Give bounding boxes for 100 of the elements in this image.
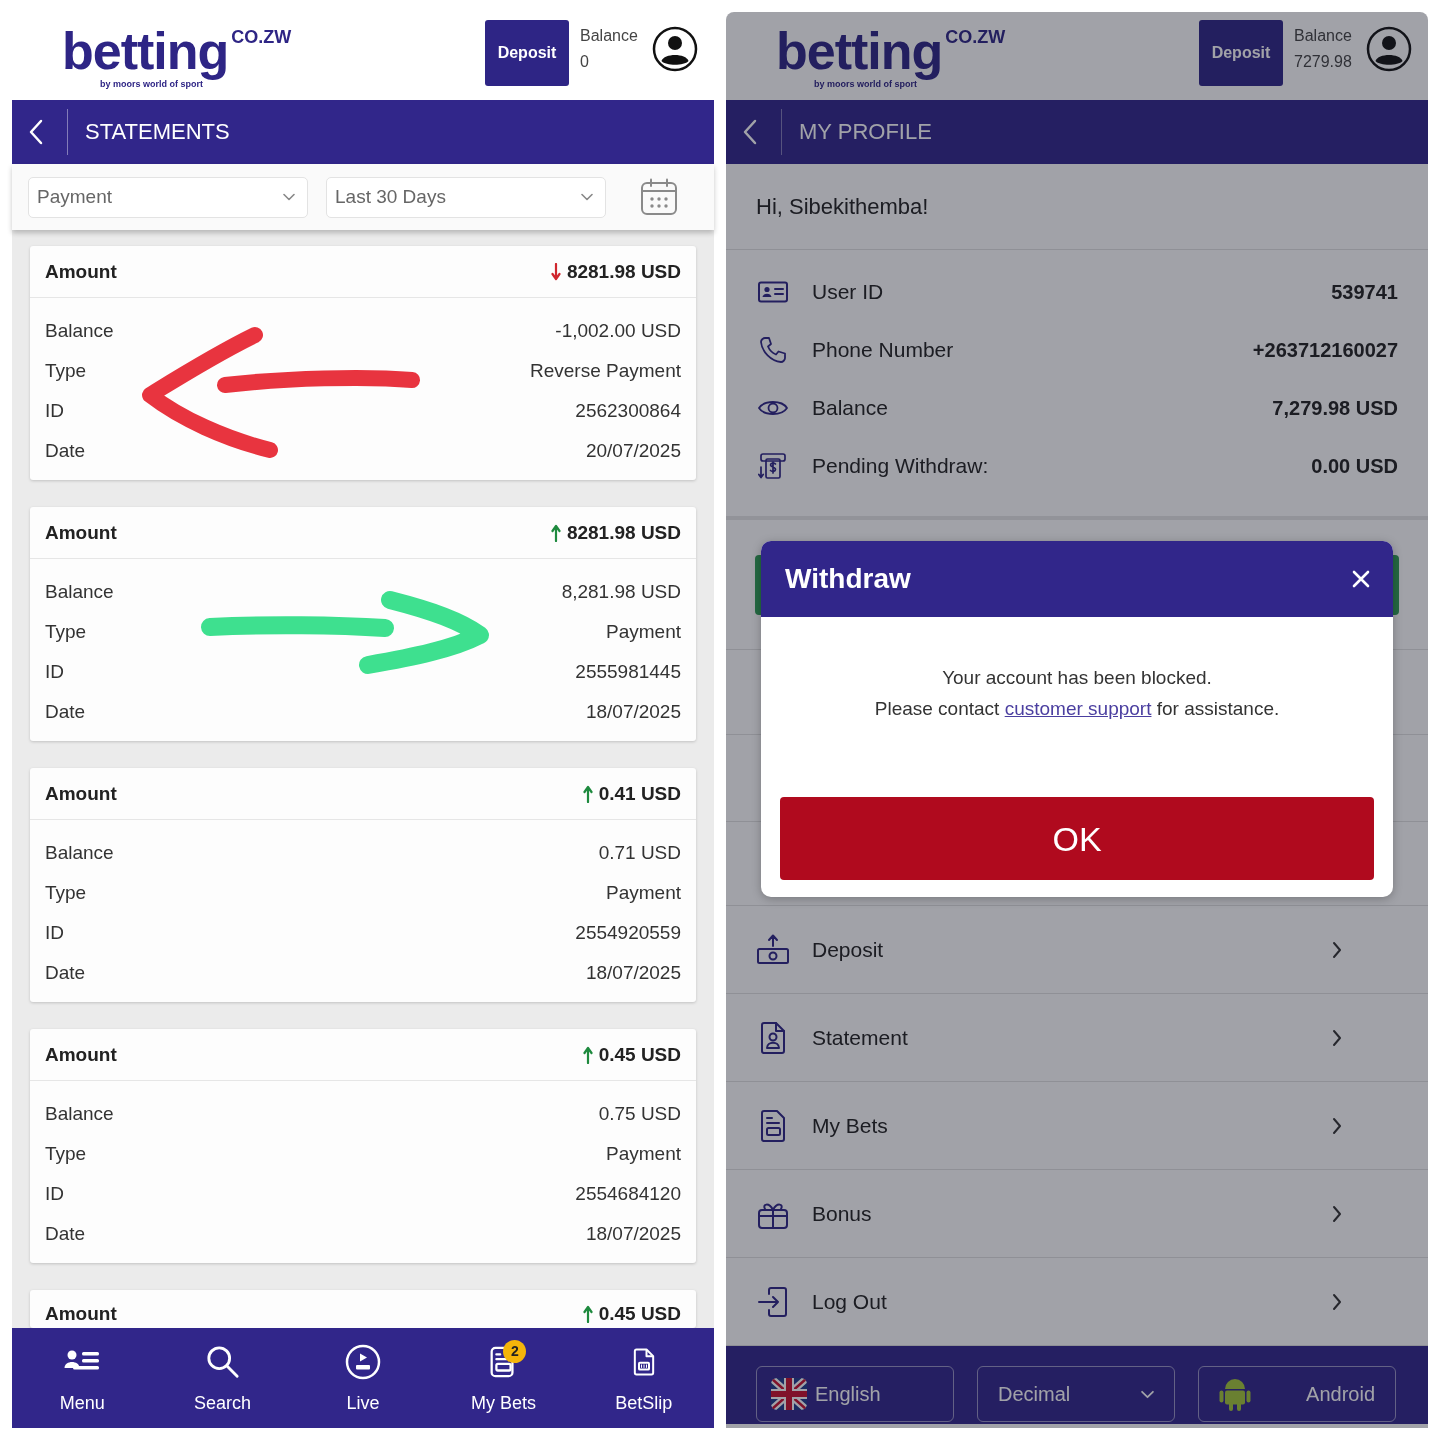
field-label: Date bbox=[45, 1223, 86, 1245]
field-value: Payment bbox=[606, 882, 681, 904]
my-bets-button[interactable]: 2 My Bets bbox=[433, 1328, 574, 1428]
logo-wordmark: betting bbox=[776, 23, 943, 80]
amount-label: Amount bbox=[45, 1043, 117, 1066]
info-value: +263712160027 bbox=[1252, 338, 1398, 362]
field-label: Date bbox=[45, 440, 86, 462]
balance-value: 0 bbox=[580, 52, 590, 72]
amount-value: 8281.98 USD bbox=[566, 521, 681, 544]
amount-label: Amount bbox=[45, 260, 117, 283]
search-button[interactable]: Search bbox=[152, 1328, 293, 1428]
balance-value: 7279.98 bbox=[1294, 52, 1353, 72]
info-value: 7,279.98 USD bbox=[1272, 396, 1398, 420]
field-value: 18/07/2025 bbox=[585, 962, 681, 984]
menu-item[interactable]: My Bets bbox=[726, 1082, 1428, 1170]
page-title: STATEMENTS bbox=[85, 119, 230, 145]
close-icon[interactable] bbox=[1351, 569, 1371, 589]
field-value: Payment bbox=[606, 621, 681, 643]
atm-icon bbox=[758, 451, 788, 481]
menu-item[interactable]: Statement bbox=[726, 994, 1428, 1082]
ok-button[interactable]: OK bbox=[780, 797, 1374, 880]
field-value: 2555981445 bbox=[575, 661, 681, 683]
greeting-text: Hi, Sibekithemba! bbox=[756, 193, 929, 220]
chevron-down-icon bbox=[581, 193, 593, 201]
field-label: ID bbox=[45, 922, 64, 944]
chevron-right-icon bbox=[1332, 1116, 1342, 1135]
field-value: 2562300864 bbox=[575, 400, 681, 422]
account-icon[interactable] bbox=[652, 26, 698, 72]
chevron-right-icon bbox=[1332, 1292, 1342, 1311]
calendar-icon[interactable] bbox=[640, 178, 678, 216]
amount-value: 0.45 USD bbox=[598, 1303, 681, 1325]
android-icon bbox=[1219, 1376, 1251, 1412]
support-link[interactable]: customer support bbox=[1004, 698, 1152, 719]
eye-icon bbox=[758, 398, 788, 418]
language-button[interactable]: English bbox=[756, 1366, 954, 1422]
logout-icon bbox=[756, 1284, 790, 1319]
amount-value: 0.45 USD bbox=[598, 1043, 681, 1066]
deposit-button[interactable]: Deposit bbox=[1199, 20, 1283, 86]
balance-label: Balance bbox=[1294, 26, 1353, 46]
amount-label: Amount bbox=[45, 1303, 117, 1325]
dialog-message: Your account has been blocked. Please contact customer support for assistance. bbox=[873, 666, 1281, 721]
odds-format-select[interactable]: Decimal bbox=[977, 1366, 1175, 1422]
deposit-button[interactable]: Deposit bbox=[485, 20, 569, 86]
field-value: -1,002.00 USD bbox=[555, 320, 681, 342]
chevron-right-icon bbox=[1332, 1204, 1342, 1223]
amount-label: Amount bbox=[45, 782, 117, 805]
field-label: Type bbox=[45, 882, 87, 904]
android-app-button[interactable]: Android bbox=[1198, 1366, 1396, 1422]
account-icon[interactable] bbox=[1366, 26, 1412, 72]
field-value: 18/07/2025 bbox=[585, 1223, 681, 1245]
field-label: ID bbox=[45, 1183, 64, 1205]
field-label: Balance bbox=[45, 581, 114, 603]
phone-icon bbox=[759, 336, 787, 364]
info-label: Pending Withdraw: bbox=[812, 454, 989, 478]
filter-select[interactable]: Last 30 Days bbox=[326, 176, 606, 218]
id-card-icon bbox=[758, 281, 788, 303]
chevron-down-icon bbox=[283, 193, 295, 201]
field-value: 0.71 USD bbox=[598, 842, 681, 864]
betslip-button[interactable]: BetSlip bbox=[573, 1328, 715, 1428]
field-value: 8,281.98 USD bbox=[561, 581, 681, 603]
balance-label: Balance bbox=[580, 26, 639, 46]
field-value: 20/07/2025 bbox=[585, 440, 681, 462]
amount-label: Amount bbox=[45, 521, 117, 544]
back-icon[interactable] bbox=[28, 119, 44, 145]
info-value: 539741 bbox=[1331, 280, 1398, 304]
filter-select[interactable]: Payment bbox=[28, 176, 308, 218]
logo-domain: CO.ZW bbox=[231, 28, 292, 46]
chevron-down-icon bbox=[1141, 1389, 1154, 1399]
search-icon bbox=[205, 1345, 240, 1379]
field-value: Payment bbox=[606, 1143, 681, 1165]
back-icon[interactable] bbox=[742, 119, 758, 145]
field-label: Balance bbox=[45, 1103, 114, 1125]
dialog-title: Withdraw bbox=[785, 563, 911, 595]
field-label: Type bbox=[45, 1143, 87, 1165]
info-value: 0.00 USD bbox=[1311, 454, 1398, 478]
logo-wordmark: betting bbox=[62, 23, 229, 80]
info-label: User ID bbox=[812, 280, 884, 304]
live-play-icon bbox=[345, 1344, 381, 1380]
field-value: 18/07/2025 bbox=[585, 701, 681, 723]
live-button[interactable]: Live bbox=[292, 1328, 434, 1428]
page-title: MY PROFILE bbox=[799, 119, 932, 145]
menu-item[interactable]: Deposit bbox=[726, 906, 1428, 994]
field-label: Balance bbox=[45, 842, 114, 864]
logo-tagline: by moors world of sport bbox=[814, 80, 917, 89]
menu-button[interactable]: Menu bbox=[12, 1328, 153, 1428]
flag-icon bbox=[771, 1376, 807, 1412]
field-label: Date bbox=[45, 701, 86, 723]
amount-value: 8281.98 USD bbox=[566, 260, 681, 283]
info-label: Balance bbox=[812, 396, 888, 420]
field-label: Date bbox=[45, 962, 86, 984]
field-label: Type bbox=[45, 360, 87, 382]
logo-tagline: by moors world of sport bbox=[100, 80, 203, 89]
field-label: ID bbox=[45, 400, 64, 422]
amount-value: 0.41 USD bbox=[598, 782, 681, 805]
menu-item[interactable]: Bonus bbox=[726, 1170, 1428, 1258]
field-label: ID bbox=[45, 661, 64, 683]
cash-deposit-icon bbox=[756, 932, 790, 967]
field-value: 2554684120 bbox=[575, 1183, 681, 1205]
chevron-right-icon bbox=[1332, 1028, 1342, 1047]
field-label: Type bbox=[45, 621, 87, 643]
